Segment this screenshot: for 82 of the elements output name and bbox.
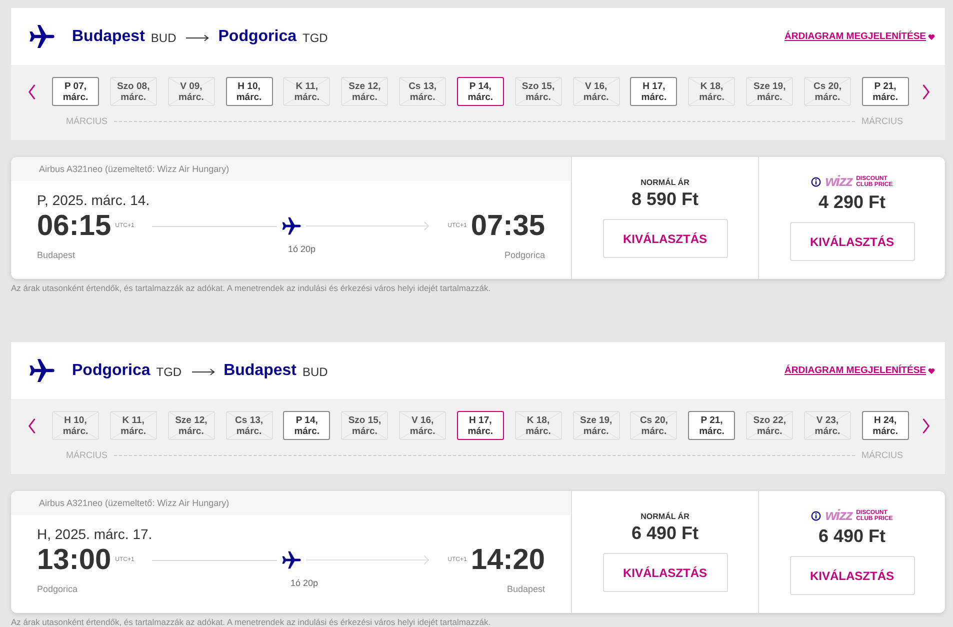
flight-date: P, 2025. márc. 14. (37, 192, 151, 208)
date-button[interactable]: Sze 19, márc. (572, 411, 620, 440)
date-button[interactable]: Sze 12, márc. (341, 77, 388, 106)
select-button[interactable]: KIVÁLASZTÁS (790, 556, 914, 595)
date-button[interactable]: P 07, márc. (52, 77, 99, 106)
arrival-time: 14:20 (470, 544, 545, 576)
fare-label: NORMÁL ÁR (640, 178, 690, 186)
fare-price: 8 590 Ft (631, 189, 699, 210)
flight-duration: 1ó 20p (290, 578, 318, 590)
date-button[interactable]: V 09, márc. (168, 77, 215, 106)
select-button[interactable]: KIVÁLASZTÁS (602, 553, 728, 592)
date-button[interactable]: Sze 19, márc. (746, 77, 794, 106)
fare-label: NORMÁL ÁR (640, 512, 690, 520)
destination-code: BUD (302, 365, 328, 379)
select-button[interactable]: KIVÁLASZTÁS (790, 222, 914, 261)
date-button[interactable]: K 18, márc. (688, 77, 736, 106)
flight-date: H, 2025. márc. 17. (37, 526, 154, 542)
date-button[interactable]: H 24, márc. (862, 411, 909, 440)
date-button[interactable]: V 23, márc. (804, 411, 851, 440)
fare-price: 6 490 Ft (631, 523, 699, 544)
origin-code: TGD (156, 365, 182, 379)
origin-code: BUD (150, 31, 176, 45)
heart-icon (928, 34, 935, 40)
month-label: MÁRCIUS (66, 450, 108, 460)
date-button[interactable]: H 17, márc. (456, 411, 504, 440)
date-button[interactable]: Cs 20, márc. (804, 77, 851, 106)
departure-city: Podgorica (37, 584, 78, 594)
date-button[interactable]: P 21, márc. (688, 411, 736, 440)
destination-city: Budapest (224, 362, 296, 380)
club-logo: wizz (825, 510, 852, 522)
departure-city: Budapest (37, 250, 76, 260)
plane-icon (280, 550, 302, 570)
flight-duration: 1ó 20p (288, 244, 316, 256)
fare-price: 6 490 Ft (818, 526, 886, 547)
disclaimer-text: Az árak utasonként értendők, és tartalmazzák az adókat. A menetrendek az indulási és érkezési város helyi idejét tartalmazzák. (11, 616, 492, 627)
plane-icon (28, 23, 56, 50)
destination-code: TGD (302, 31, 328, 45)
date-button[interactable]: Cs 13, márc. (399, 77, 446, 106)
date-button[interactable]: Szo 08, márc. (110, 77, 157, 106)
date-button[interactable]: Sze 12, márc. (168, 411, 215, 440)
date-button[interactable]: Szo 15, márc. (514, 77, 562, 106)
date-button[interactable]: Cs 13, márc. (226, 411, 273, 440)
date-button[interactable]: Szo 15, márc. (341, 411, 388, 440)
arrow-icon (186, 34, 210, 42)
date-button[interactable]: H 17, márc. (630, 77, 678, 106)
month-label: MÁRCIUS (861, 116, 903, 126)
fare-price: 4 290 Ft (818, 192, 886, 213)
date-button[interactable]: V 16, márc. (572, 77, 620, 106)
arrival-time: 07:35 (470, 210, 545, 242)
origin-city: Budapest (72, 28, 145, 46)
aircraft-text: Airbus A321neo (üzemeltető: Wizz Air Hungary) (39, 498, 230, 508)
date-button[interactable]: K 11, márc. (110, 411, 157, 440)
info-icon (811, 177, 822, 187)
price-chart-link[interactable]: ÁRDIAGRAM MEGJELENÍTÉSE (784, 31, 926, 42)
plane-icon (28, 357, 56, 384)
date-button[interactable]: H 10, márc. (52, 411, 99, 440)
arrow-icon (192, 368, 216, 376)
date-button[interactable]: K 18, márc. (514, 411, 562, 440)
date-button[interactable]: V 16, márc. (399, 411, 446, 440)
disclaimer-text: Az árak utasonként értendők, és tartalmazzák az adókat. A menetrendek az indulási és érkezési város helyi idejét tartalmazzák. (11, 282, 492, 294)
club-logo: wizz (825, 176, 852, 188)
departure-time: 13:00 (37, 544, 112, 576)
date-button[interactable]: H 10, márc. (226, 77, 273, 106)
arrival-city: Budapest (506, 584, 545, 594)
heart-icon (928, 368, 935, 374)
date-button[interactable]: K 11, márc. (283, 77, 330, 106)
month-label: MÁRCIUS (861, 450, 903, 460)
date-button[interactable]: P 14, márc. (283, 411, 330, 440)
destination-city: Podgorica (218, 28, 296, 46)
info-icon (811, 511, 822, 521)
date-button[interactable]: P 21, márc. (862, 77, 909, 106)
date-button[interactable]: Cs 20, márc. (630, 411, 678, 440)
plane-icon (280, 216, 302, 236)
price-chart-link[interactable]: ÁRDIAGRAM MEGJELENÍTÉSE (784, 365, 926, 376)
select-button[interactable]: KIVÁLASZTÁS (602, 219, 728, 258)
aircraft-text: Airbus A321neo (üzemeltető: Wizz Air Hungary) (39, 164, 230, 174)
date-button[interactable]: Szo 22, márc. (746, 411, 794, 440)
date-button[interactable]: P 14, márc. (456, 77, 504, 106)
arrival-city: Podgorica (504, 250, 545, 260)
origin-city: Podgorica (72, 362, 150, 380)
departure-time: 06:15 (37, 210, 112, 242)
month-label: MÁRCIUS (66, 116, 108, 126)
